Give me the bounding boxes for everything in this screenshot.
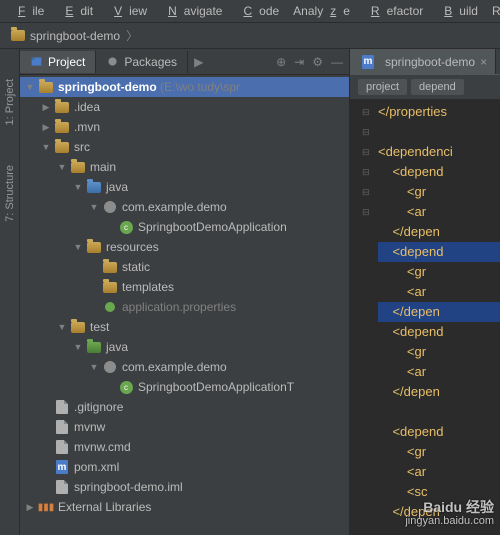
menu-refactor[interactable]: Refactor	[357, 2, 430, 20]
folder-icon	[70, 159, 86, 175]
expand-icon[interactable]	[56, 322, 68, 332]
expand-icon[interactable]	[40, 122, 52, 133]
tree-test-package[interactable]: com.example.demo	[20, 357, 349, 377]
expand-icon[interactable]	[72, 342, 84, 352]
folder-icon	[10, 28, 26, 44]
resources-folder-icon	[86, 239, 102, 255]
expand-icon[interactable]	[24, 502, 36, 513]
menu-build[interactable]: Build	[430, 2, 485, 20]
side-tool-tabs: 1: Project 7: Structure	[0, 49, 20, 535]
maven-icon: m	[54, 459, 70, 475]
code-content[interactable]: </properties <dependenci <depend <gr <ar…	[378, 102, 500, 522]
editor-breadcrumb: project depend	[350, 75, 500, 100]
tab-packages[interactable]: Packages	[96, 51, 188, 73]
project-tree: springboot-demo (E:\wo tudy\spr .idea .m…	[20, 75, 349, 535]
gear-icon[interactable]: ⚙	[312, 55, 323, 69]
tool-tab-project[interactable]: 1: Project	[4, 79, 16, 125]
test-folder-icon	[86, 339, 102, 355]
package-icon	[102, 199, 118, 215]
collapse-icon[interactable]: ⇥	[294, 55, 304, 69]
source-folder-icon	[86, 179, 102, 195]
breadcrumb-dependencies[interactable]: depend	[411, 79, 464, 95]
expand-icon[interactable]	[88, 202, 100, 212]
tree-static[interactable]: static	[20, 257, 349, 277]
tree-idea[interactable]: .idea	[20, 97, 349, 117]
menu-edit[interactable]: Edit	[51, 2, 100, 20]
play-icon[interactable]: ▶	[188, 55, 209, 69]
project-tool-window: Project Packages ▶ ⊕ ⇥ ⚙ — springboot-de…	[20, 49, 350, 535]
module-folder-icon	[38, 79, 54, 95]
tree-package[interactable]: com.example.demo	[20, 197, 349, 217]
tree-iml[interactable]: springboot-demo.iml	[20, 477, 349, 497]
expand-icon[interactable]	[72, 242, 84, 252]
code-editor[interactable]: ⊟⊟ ⊟ ⊟ ⊟ ⊟ </properties <dependenci <dep…	[350, 100, 500, 524]
project-icon	[30, 55, 43, 68]
tool-tab-structure[interactable]: 7: Structure	[4, 165, 16, 222]
expand-icon[interactable]	[24, 82, 36, 92]
menu-file[interactable]: File	[4, 2, 51, 20]
tree-java[interactable]: java	[20, 177, 349, 197]
chevron-right-icon: 〉	[126, 27, 138, 44]
nav-project-name[interactable]: springboot-demo	[30, 29, 120, 43]
menu-analyze[interactable]: Analyze	[286, 2, 357, 20]
packages-icon	[106, 55, 119, 68]
file-icon	[54, 399, 70, 415]
folder-icon	[102, 259, 118, 275]
tree-src[interactable]: src	[20, 137, 349, 157]
editor-panel: m springboot-demo × project depend ⊟⊟ ⊟ …	[350, 49, 500, 535]
file-icon	[54, 439, 70, 455]
tree-external-libraries[interactable]: ▮▮▮ External Libraries	[20, 497, 349, 517]
tree-root[interactable]: springboot-demo (E:\wo tudy\spr	[20, 77, 349, 97]
menu-bar: File Edit View Navigate Code Analyze Ref…	[0, 0, 500, 23]
tree-gitignore[interactable]: .gitignore	[20, 397, 349, 417]
tree-test-java[interactable]: java	[20, 337, 349, 357]
breadcrumb-project[interactable]: project	[358, 79, 407, 95]
tool-window-tabbar: Project Packages ▶ ⊕ ⇥ ⚙ —	[20, 49, 349, 75]
tree-resources[interactable]: resources	[20, 237, 349, 257]
editor-gutter: ⊟⊟ ⊟ ⊟ ⊟ ⊟	[362, 102, 378, 522]
tree-mvnwcmd[interactable]: mvnw.cmd	[20, 437, 349, 457]
folder-icon	[54, 119, 70, 135]
spring-class-icon: c	[118, 379, 134, 395]
file-icon	[54, 479, 70, 495]
editor-tab-pom[interactable]: m springboot-demo ×	[350, 49, 496, 74]
folder-icon	[102, 279, 118, 295]
folder-icon	[54, 99, 70, 115]
close-icon[interactable]: ×	[480, 55, 487, 69]
tree-pom[interactable]: m pom.xml	[20, 457, 349, 477]
libraries-icon: ▮▮▮	[38, 499, 54, 515]
maven-icon: m	[360, 54, 376, 70]
spring-config-icon	[102, 299, 118, 315]
navigation-bar: springboot-demo 〉	[0, 23, 500, 49]
watermark: Baidu 经验 jingyan.baidu.com	[405, 500, 494, 528]
tree-test[interactable]: test	[20, 317, 349, 337]
hide-icon[interactable]: —	[331, 55, 343, 69]
tree-templates[interactable]: templates	[20, 277, 349, 297]
menu-view[interactable]: View	[100, 2, 154, 20]
package-icon	[102, 359, 118, 375]
tree-mvnw[interactable]: mvnw	[20, 417, 349, 437]
editor-tabbar: m springboot-demo ×	[350, 49, 500, 75]
tree-app-properties[interactable]: application.properties	[20, 297, 349, 317]
tree-main[interactable]: main	[20, 157, 349, 177]
spring-class-icon: c	[118, 219, 134, 235]
tree-app-class[interactable]: c SpringbootDemoApplication	[20, 217, 349, 237]
target-icon[interactable]: ⊕	[276, 55, 286, 69]
menu-navigate[interactable]: Navigate	[154, 2, 229, 20]
expand-icon[interactable]	[88, 362, 100, 372]
file-icon	[54, 419, 70, 435]
expand-icon[interactable]	[72, 182, 84, 192]
expand-icon[interactable]	[40, 142, 52, 152]
expand-icon[interactable]	[40, 102, 52, 113]
tree-test-class[interactable]: c SpringbootDemoApplicationT	[20, 377, 349, 397]
expand-icon[interactable]	[56, 162, 68, 172]
tree-mvn[interactable]: .mvn	[20, 117, 349, 137]
tab-project[interactable]: Project	[20, 51, 96, 73]
folder-icon	[70, 319, 86, 335]
menu-code[interactable]: Code	[229, 2, 286, 20]
folder-icon	[54, 139, 70, 155]
menu-run[interactable]: Run	[485, 2, 500, 20]
